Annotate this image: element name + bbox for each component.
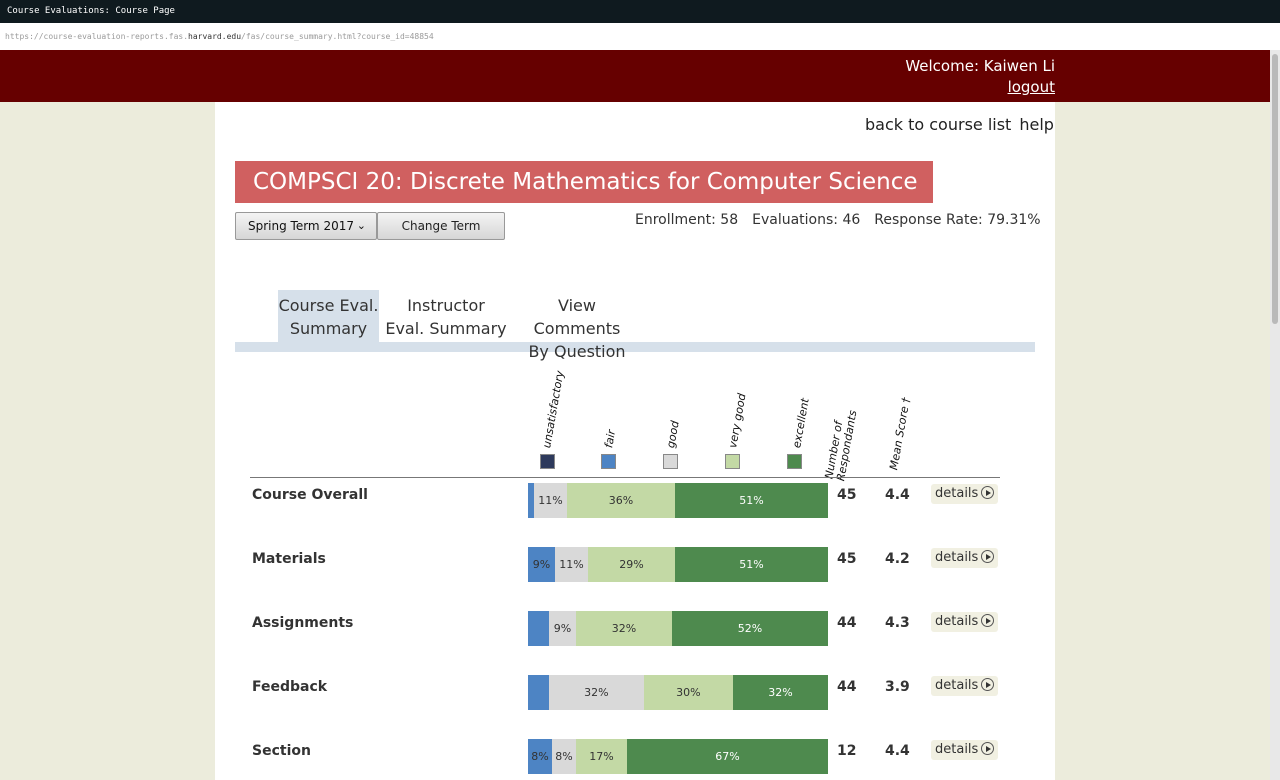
bar-segment-very-good: 36% [567,483,675,518]
chevron-down-icon: ⌄ [356,219,366,232]
play-arrow-icon [981,486,995,499]
row-label: Course Overall [252,487,368,503]
bar-segment-good: 8% [552,739,576,774]
scrollbar[interactable] [1270,50,1280,780]
mean-score: 4.4 [885,487,910,503]
address-bar[interactable]: https://course-evaluation-reports.fas.ha… [0,23,1280,50]
bar-segment-fair [528,675,549,710]
mean-score: 3.9 [885,679,910,695]
respondents-count: 45 [837,551,857,567]
table-divider [250,477,1000,478]
bar-segment-fair [528,611,549,646]
bar-segment-good: 11% [555,547,588,582]
bar-segment-excellent: 32% [732,675,828,710]
respondents-count: 45 [837,487,857,503]
bar-segment-excellent: 67% [627,739,828,774]
bar-segment-good: 11% [534,483,567,518]
bar-segment-very-good: 32% [576,611,672,646]
welcome-text: Welcome: Kaiwen Li [905,57,1055,75]
tab-course-eval-summary[interactable]: Course Eval. Summary [278,290,379,342]
respondents-count: 44 [837,679,857,695]
tab-instructor-eval-summary[interactable]: Instructor Eval. Summary [385,290,507,342]
legend-label-fair: fair [602,428,619,449]
tab-label-line: Course Eval. [278,296,379,315]
term-select[interactable]: Spring Term 2017 ⌄ [235,212,377,240]
legend-label-good: good [664,419,682,449]
change-term-button[interactable]: Change Term [377,212,505,240]
bar-segment-excellent: 51% [675,547,828,582]
details-label: details [935,678,979,693]
play-arrow-icon [981,678,995,691]
details-label: details [935,550,979,565]
play-arrow-icon [981,550,995,563]
tab-view-comments-by-question[interactable]: View Comments By Question [513,290,641,361]
course-stats: Enrollment: 58 Evaluations: 46 Response Ra… [635,212,1041,228]
response-rate-stat: Response Rate: 79.31% [874,212,1041,228]
mean-score: 4.2 [885,551,910,567]
rating-bar: 9% 11% 29% 51% [528,547,828,582]
bar-segment-good: 9% [549,611,576,646]
details-button[interactable]: details [931,548,999,568]
tab-label-line: Summary [289,319,368,338]
play-arrow-icon [981,742,995,755]
row-label: Section [252,743,311,759]
mean-score: 4.4 [885,743,910,759]
details-label: details [935,614,979,629]
bar-segment-fair: 8% [528,739,552,774]
evaluations-stat: Evaluations: 46 [752,212,861,228]
url-suffix: /fas/course_summary.html?course_id=48854 [241,32,434,41]
rating-bar: 9% 32% 52% [528,611,828,646]
tab-label-line: Instructor [407,296,485,315]
bar-segment-excellent: 51% [675,483,828,518]
bar-segment-very-good: 17% [576,739,627,774]
row-label: Feedback [252,679,328,695]
url-host: harvard.edu [188,32,242,41]
legend-swatch-good [663,454,678,469]
respondents-count: 44 [837,615,857,631]
help-link[interactable]: help [1019,115,1054,134]
legend-label-unsatisfactory: unsatisfactory [540,369,567,449]
rating-bar: 11% 36% 51% [528,483,828,518]
details-button[interactable]: details [931,484,999,504]
details-button[interactable]: details [931,676,999,696]
play-arrow-icon [981,614,995,627]
row-label: Materials [252,551,326,567]
enrollment-stat: Enrollment: 58 [635,212,739,228]
details-label: details [935,486,979,501]
url-prefix: https://course-evaluation-reports.fas. [5,32,189,41]
legend-swatch-excellent [787,454,802,469]
legend-swatch-unsatisfactory [540,454,555,469]
mean-score-header: Mean Score † [887,396,913,471]
bar-segment-excellent: 52% [672,611,828,646]
logout-link[interactable]: logout [860,78,1055,96]
scrollbar-thumb[interactable] [1272,54,1278,324]
legend-label-very-good: very good [726,392,749,449]
bar-segment-very-good: 30% [643,675,733,710]
row-label: Assignments [252,615,354,631]
details-button[interactable]: details [931,740,999,760]
details-button[interactable]: details [931,612,999,632]
tab-label-line: Eval. Summary [385,319,507,338]
respondents-header: Number of Respondants [822,407,859,482]
term-select-value: Spring Term 2017 [248,219,354,233]
course-title: COMPSCI 20: Discrete Mathematics for Com… [235,161,933,203]
legend-swatch-very-good [725,454,740,469]
mean-score: 4.3 [885,615,910,631]
bar-segment-fair: 9% [528,547,555,582]
site-header [0,50,1270,102]
top-links: back to course list help [865,115,1054,134]
details-label: details [935,742,979,757]
window-title: Course Evaluations: Course Page [0,0,1280,23]
main-content: back to course list help COMPSCI 20: Disc… [215,102,1055,780]
legend-label-excellent: excellent [790,397,812,449]
respondents-count: 12 [837,743,857,759]
bar-segment-good: 32% [548,675,644,710]
rating-bar: 8% 8% 17% 67% [528,739,828,774]
legend-swatch-fair [601,454,616,469]
tab-label-line: View Comments [533,296,621,338]
tab-label-line: By Question [528,342,626,361]
back-to-course-list-link[interactable]: back to course list [865,115,1011,134]
bar-segment-very-good: 29% [588,547,675,582]
rating-bar: 32% 30% 32% [528,675,828,710]
